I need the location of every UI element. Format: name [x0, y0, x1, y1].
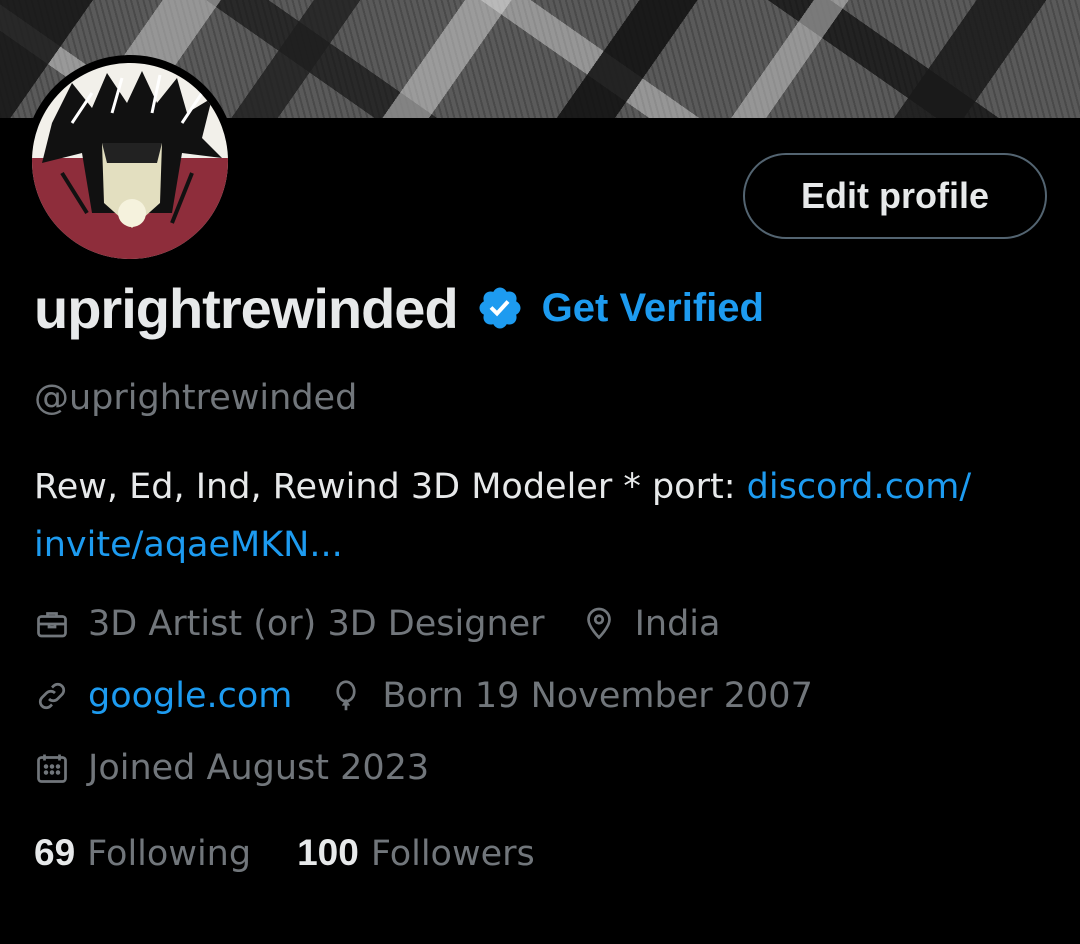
following-count: 69 [34, 832, 76, 873]
birthday-text: Born 19 November 2007 [382, 676, 813, 716]
location-item: India [581, 604, 721, 644]
followers-count: 100 [297, 832, 359, 873]
meta-row-3: Joined August 2023 [34, 748, 465, 788]
meta-row-2: google.com Born 19 November 2007 [34, 676, 849, 716]
link-icon [34, 678, 70, 714]
meta-row-1: 3D Artist (or) 3D Designer India [34, 604, 756, 644]
briefcase-icon [34, 606, 70, 642]
profession-item: 3D Artist (or) 3D Designer [34, 604, 545, 644]
bio-link-part2[interactable]: invite/aqaeMKN... [34, 525, 343, 565]
profile-handle: @uprightrewinded [34, 378, 358, 418]
name-row: uprightrewinded Get Verified [34, 272, 764, 344]
joined-item: Joined August 2023 [34, 748, 429, 788]
following-link[interactable]: 69 Following [34, 832, 251, 874]
website-link[interactable]: google.com [88, 676, 292, 716]
bio-text: Rew, Ed, Ind, Rewind 3D Modeler * port: [34, 467, 747, 507]
map-pin-icon [581, 606, 617, 642]
profession-text: 3D Artist (or) 3D Designer [88, 604, 545, 644]
website-item: google.com [34, 676, 292, 716]
following-label: Following [87, 834, 252, 874]
avatar[interactable] [32, 63, 228, 259]
get-verified-link[interactable]: Get Verified [542, 286, 764, 331]
edit-profile-button[interactable]: Edit profile [743, 153, 1047, 239]
joined-text: Joined August 2023 [88, 748, 430, 788]
followers-link[interactable]: 100 Followers [297, 832, 535, 874]
birthday-item: Born 19 November 2007 [328, 676, 813, 716]
followers-label: Followers [370, 834, 535, 874]
calendar-icon [34, 750, 70, 786]
profile-bio: Rew, Ed, Ind, Rewind 3D Modeler * port: … [34, 458, 1054, 574]
follow-stats: 69 Following 100 Followers [34, 832, 581, 874]
display-name: uprightrewinded [34, 276, 459, 340]
balloon-icon [328, 678, 364, 714]
verified-badge-icon[interactable] [476, 284, 524, 332]
bio-link-part1[interactable]: discord.com/ [747, 467, 972, 507]
location-text: India [634, 604, 721, 644]
